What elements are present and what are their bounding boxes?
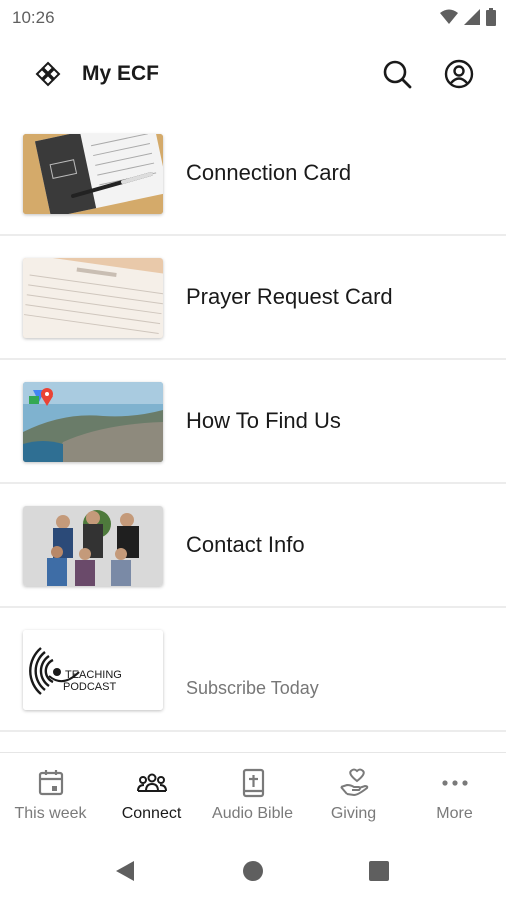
home-button[interactable] xyxy=(236,854,270,888)
back-icon xyxy=(116,861,134,881)
back-button[interactable] xyxy=(108,854,142,888)
battery-icon xyxy=(486,8,496,26)
more-dots-icon xyxy=(441,780,468,786)
divider xyxy=(0,730,506,732)
status-time: 10:26 xyxy=(12,8,55,27)
prayer-request-photo xyxy=(23,258,163,338)
list-item-connection-card[interactable]: Connection Card xyxy=(0,112,506,234)
tab-label: Giving xyxy=(330,805,377,822)
status-icons xyxy=(440,8,496,26)
connection-card-photo xyxy=(23,134,163,214)
giving-hand-icon xyxy=(339,768,368,797)
tab-label: More xyxy=(436,805,473,822)
tab-giving[interactable]: Giving xyxy=(303,753,404,843)
signal-icon xyxy=(464,9,480,25)
list-item-prayer-request-card[interactable]: Prayer Request Card xyxy=(0,236,506,358)
item-label: Connection Card xyxy=(186,160,352,185)
wifi-icon xyxy=(440,9,458,24)
podcast-logo-line-1: TEACHING xyxy=(65,669,122,681)
app-header: My ECF xyxy=(0,36,506,112)
item-label: Subscribe Today xyxy=(186,678,319,698)
staff-group-photo xyxy=(23,506,163,586)
teaching-podcast-logo: TEACHING PODCAST xyxy=(23,630,163,710)
connect-list: Connection Card Prayer Request Card How … xyxy=(0,112,506,752)
ecf-logo-icon[interactable] xyxy=(34,60,62,88)
city-map-photo xyxy=(23,382,163,462)
tab-connect[interactable]: Connect xyxy=(101,753,202,843)
calendar-icon xyxy=(38,770,63,796)
system-nav-bar xyxy=(0,842,506,900)
search-button[interactable] xyxy=(379,56,415,92)
status-bar: 10:26 xyxy=(0,0,506,36)
tab-audio-bible[interactable]: Audio Bible xyxy=(202,753,303,843)
app-title: My ECF xyxy=(82,62,160,85)
tab-label: Audio Bible xyxy=(212,805,293,822)
bible-icon xyxy=(242,768,264,798)
profile-button[interactable] xyxy=(441,56,477,92)
list-item-how-to-find-us[interactable]: How To Find Us xyxy=(0,360,506,482)
bottom-tab-bar: This week Connect Audio Bible Giving Mor… xyxy=(0,752,506,843)
item-label: Prayer Request Card xyxy=(186,284,393,309)
podcast-logo-line-2: PODCAST xyxy=(63,681,116,693)
list-item-contact-info[interactable]: Contact Info xyxy=(0,484,506,606)
item-label: How To Find Us xyxy=(186,408,341,433)
tab-label: This week xyxy=(14,805,87,822)
tab-this-week[interactable]: This week xyxy=(0,753,101,843)
recents-icon xyxy=(369,861,389,881)
home-icon xyxy=(243,861,263,881)
recents-button[interactable] xyxy=(362,854,396,888)
item-label: Contact Info xyxy=(186,532,305,557)
list-item-subscribe-today[interactable]: TEACHING PODCAST Subscribe Today xyxy=(0,608,506,730)
people-icon xyxy=(136,773,167,792)
account-icon xyxy=(444,59,474,89)
tab-label: Connect xyxy=(121,805,182,822)
tab-more[interactable]: More xyxy=(404,753,505,843)
search-icon xyxy=(383,60,412,89)
